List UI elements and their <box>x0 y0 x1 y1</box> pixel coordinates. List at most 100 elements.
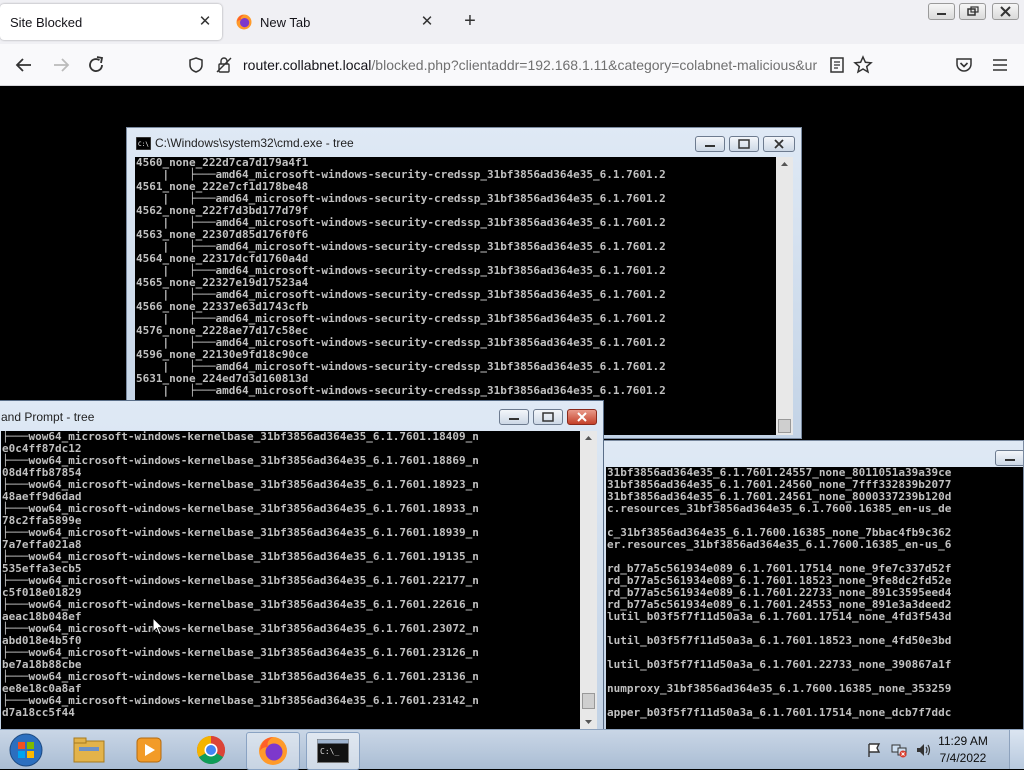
taskbar-chrome[interactable] <box>184 732 236 768</box>
minimize-window-button[interactable] <box>928 3 955 20</box>
window-title: and Prompt - tree <box>1 410 95 424</box>
console-text: ├───wow64_microsoft-windows-kernelbase_3… <box>1 431 580 719</box>
clock-time: 11:29 AM <box>938 734 988 748</box>
chrome-icon <box>197 736 225 764</box>
close-icon <box>577 412 587 422</box>
close-tab-icon[interactable]: ✕ <box>196 13 214 31</box>
console-line: ├───wow64_microsoft-windows-kernelbase_3… <box>2 431 479 443</box>
close-tab-icon[interactable]: ✕ <box>418 13 436 31</box>
new-tab-button[interactable]: + <box>458 10 482 34</box>
bookmark-star-icon[interactable] <box>852 54 874 76</box>
close-icon <box>1000 6 1011 17</box>
tab-new-tab[interactable]: New Tab ✕ <box>226 4 444 40</box>
vertical-scrollbar[interactable] <box>776 157 793 435</box>
console-line: lutil_b03f5f7f11d50a3a_6.1.7601.18523_no… <box>607 634 952 647</box>
tab-label: New Tab <box>260 14 311 30</box>
window-title: C:\Windows\system32\cmd.exe - tree <box>155 136 354 150</box>
folder-icon <box>73 737 105 763</box>
console-line: ├───wow64_microsoft-windows-kernelbase_3… <box>2 454 479 467</box>
shield-icon[interactable] <box>187 56 205 74</box>
menu-icon[interactable] <box>989 54 1011 76</box>
browser-tabbar: Site Blocked ✕ New Tab ✕ + <box>0 0 1024 44</box>
taskbar: C:\_ 11:29 AM 7/4/2022 <box>0 729 1024 770</box>
console-line: lutil_b03f5f7f11d50a3a_6.1.7601.17514_no… <box>607 610 952 623</box>
restore-icon <box>967 6 979 16</box>
minimize-icon <box>705 145 715 147</box>
scrollbar-thumb[interactable] <box>582 693 595 709</box>
minimize-button[interactable] <box>695 136 725 152</box>
console-line: ├───wow64_microsoft-windows-kernelbase_3… <box>2 526 479 539</box>
maximize-icon <box>542 412 554 422</box>
scroll-up-arrow-icon[interactable] <box>776 157 793 171</box>
console-line: lutil_b03f5f7f11d50a3a_6.1.7601.22733_no… <box>607 658 952 671</box>
maximize-button[interactable] <box>729 136 759 152</box>
reload-icon[interactable] <box>85 54 107 76</box>
taskbar-firefox[interactable] <box>246 732 300 770</box>
cmd-window-front[interactable]: and Prompt - tree ├───wow64_microsoft-wi… <box>0 400 604 730</box>
restore-window-button[interactable] <box>959 3 986 20</box>
close-button[interactable] <box>567 409 597 425</box>
start-button[interactable] <box>0 732 54 768</box>
scrollbar-thumb[interactable] <box>778 419 791 433</box>
url-text[interactable]: router.collabnet.local/blocked.php?clien… <box>243 57 818 73</box>
url-path: /blocked.php?clientaddr=192.168.1.11&cat… <box>371 57 818 73</box>
close-button[interactable] <box>763 136 795 152</box>
console-line: ├───wow64_microsoft-windows-kernelbase_3… <box>2 574 479 587</box>
console-line: er.resources_31bf3856ad364e35_6.1.7600.1… <box>607 538 952 551</box>
cmd-window-back[interactable]: C:\ C:\Windows\system32\cmd.exe - tree 4… <box>126 127 802 439</box>
minimize-button[interactable] <box>499 409 529 425</box>
console-text: 31bf3856ad364e35_6.1.7601.24557_none_801… <box>606 467 1023 719</box>
tab-label: Site Blocked <box>10 14 83 30</box>
url-host: router.collabnet.local <box>243 57 372 73</box>
maximize-icon <box>738 139 750 149</box>
console-line: apper_b03f5f7f11d50a3a_6.1.7601.17514_no… <box>607 706 952 719</box>
svg-text:C:\_: C:\_ <box>320 747 339 756</box>
console-output[interactable]: 4560_none_222d7ca7d179a4f1 | ├───amd64_m… <box>135 157 776 435</box>
scroll-down-arrow-icon[interactable] <box>580 715 597 729</box>
minimize-icon <box>1005 459 1015 461</box>
console-line: ├───wow64_microsoft-windows-kernelbase_3… <box>2 550 479 563</box>
insecure-lock-icon[interactable] <box>215 56 233 74</box>
network-icon[interactable] <box>890 742 908 758</box>
show-desktop-button[interactable] <box>1009 730 1024 769</box>
media-player-icon <box>136 737 162 763</box>
console-line: d7a18cc5f44 <box>2 706 75 719</box>
console-line: ├───wow64_microsoft-windows-kernelbase_3… <box>2 694 479 707</box>
firefox-icon <box>259 737 287 765</box>
close-window-button[interactable] <box>992 3 1019 20</box>
action-center-flag-icon[interactable] <box>866 742 882 758</box>
console-line: | ├───amd64_microsoft-windows-security-c… <box>136 384 666 397</box>
scroll-up-arrow-icon[interactable] <box>580 431 597 445</box>
console-line: numproxy_31bf3856ad364e35_6.1.7600.16385… <box>607 682 952 695</box>
pocket-icon[interactable] <box>953 54 975 76</box>
console-line: c.resources_31bf3856ad364e35_6.1.7600.16… <box>607 502 952 515</box>
close-icon <box>774 139 784 149</box>
taskbar-cmd[interactable]: C:\_ <box>306 732 360 770</box>
svg-text:C:\: C:\ <box>138 141 149 148</box>
mouse-cursor-icon <box>152 617 164 636</box>
clock-date: 7/4/2022 <box>939 751 987 765</box>
console-output[interactable]: 31bf3856ad364e35_6.1.7601.24557_none_801… <box>606 467 1023 729</box>
back-arrow-icon[interactable] <box>13 54 35 76</box>
vertical-scrollbar[interactable] <box>580 431 597 729</box>
taskbar-clock[interactable]: 11:29 AM 7/4/2022 <box>928 733 998 767</box>
tab-site-blocked[interactable]: Site Blocked ✕ <box>0 4 222 40</box>
maximize-button[interactable] <box>533 409 563 425</box>
console-line: ├───wow64_microsoft-windows-kernelbase_3… <box>2 622 479 635</box>
console-line: ├───wow64_microsoft-windows-kernelbase_3… <box>2 598 479 611</box>
forward-arrow-icon[interactable] <box>50 54 72 76</box>
minimize-button[interactable] <box>995 450 1023 466</box>
console-output[interactable]: ├───wow64_microsoft-windows-kernelbase_3… <box>1 431 580 729</box>
url-bar[interactable]: router.collabnet.local/blocked.php?clien… <box>180 50 820 80</box>
minimize-icon <box>509 418 519 420</box>
cmd-app-icon: C:\ <box>136 137 151 150</box>
browser-toolbar: router.collabnet.local/blocked.php?clien… <box>0 44 1024 86</box>
taskbar-media-player[interactable] <box>122 732 174 768</box>
reader-view-icon[interactable] <box>826 54 848 76</box>
console-text: 4560_none_222d7ca7d179a4f1 | ├───amd64_m… <box>135 157 776 397</box>
console-line: ├───wow64_microsoft-windows-kernelbase_3… <box>2 646 479 659</box>
cmd-window-right[interactable]: 31bf3856ad364e35_6.1.7601.24557_none_801… <box>602 440 1024 730</box>
firefox-icon <box>236 14 252 30</box>
taskbar-explorer[interactable] <box>62 732 114 768</box>
windows-start-icon <box>9 733 43 767</box>
